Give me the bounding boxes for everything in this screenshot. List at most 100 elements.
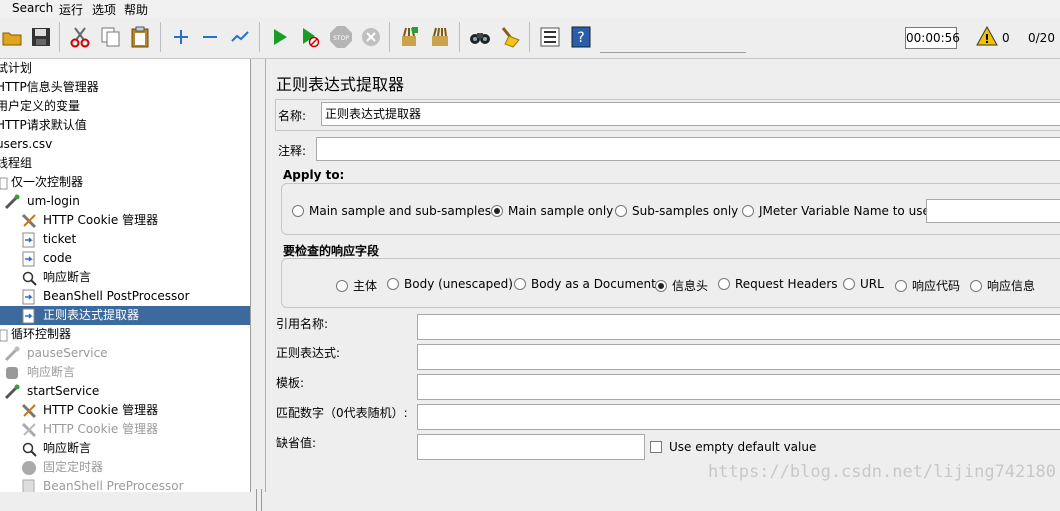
comment-field[interactable]	[316, 137, 1060, 161]
document-arrow-icon	[21, 232, 37, 248]
wrench-icon	[21, 213, 37, 229]
svg-text:?: ?	[577, 30, 584, 46]
ref-name-field[interactable]	[417, 314, 1060, 340]
default-value-field[interactable]	[417, 434, 645, 460]
tree-item[interactable]: BeanShell PostProcessor	[0, 287, 250, 306]
radio-response-message[interactable]: 响应信息	[970, 277, 1035, 294]
splitter-grip[interactable]	[256, 489, 262, 511]
radio-label: 主体	[353, 279, 378, 293]
ref-name-label: 引用名称:	[276, 317, 329, 331]
tree-item[interactable]: startService	[0, 382, 250, 401]
help-icon[interactable]: ?	[569, 24, 593, 50]
radio-main-only[interactable]: Main sample only	[491, 204, 613, 218]
expand-icon[interactable]	[169, 24, 193, 50]
document-arrow-icon	[21, 308, 37, 324]
function-helper-icon[interactable]	[538, 24, 562, 50]
toggle-icon[interactable]	[228, 24, 252, 50]
tree-item-label: 仅一次控制器	[11, 175, 84, 189]
stop-icon[interactable]: STOP	[329, 24, 353, 50]
menu-options[interactable]: 选项	[92, 1, 116, 18]
radio-dot-selected	[491, 205, 503, 217]
search-icon[interactable]	[468, 24, 492, 50]
shutdown-icon[interactable]	[359, 24, 383, 50]
tree-item[interactable]: 循环控制器	[0, 325, 250, 344]
radio-dot	[718, 278, 730, 290]
tree-item[interactable]: HTTP请求默认值	[0, 116, 250, 135]
tree-item[interactable]: HTTP信息头管理器	[0, 78, 250, 97]
tree-item-disabled[interactable]: 响应断言	[0, 363, 250, 382]
tree-item-label: HTTP Cookie 管理器	[43, 403, 159, 417]
tree-item[interactable]: 线程组	[0, 154, 250, 173]
tree-item[interactable]: code	[0, 249, 250, 268]
pane-splitter[interactable]	[251, 59, 265, 511]
radio-dot-selected	[655, 279, 667, 292]
cut-icon[interactable]	[68, 24, 92, 50]
toolbar: STOP ?	[0, 18, 1060, 59]
document-arrow-icon	[21, 479, 37, 492]
radio-body[interactable]: 主体	[336, 277, 377, 294]
template-field[interactable]	[417, 374, 1060, 400]
tree-item-disabled[interactable]: pauseService	[0, 344, 250, 363]
tree-item[interactable]: um-login	[0, 192, 250, 211]
tree-item[interactable]: 响应断言	[0, 439, 250, 458]
radio-dot	[336, 279, 348, 292]
tree-item[interactable]: 响应断言	[0, 268, 250, 287]
radio-body-as-document[interactable]: Body as a Document	[514, 277, 656, 291]
panel-title: 正则表达式提取器	[276, 75, 405, 94]
radio-headers[interactable]: 信息头	[655, 277, 708, 294]
radio-dot	[514, 278, 526, 290]
tree-item[interactable]: HTTP Cookie 管理器	[0, 401, 250, 420]
radio-response-code[interactable]: 响应代码	[895, 277, 960, 294]
match-no-field[interactable]	[417, 404, 1060, 430]
clear-all-icon[interactable]	[428, 24, 452, 50]
collapse-icon[interactable]	[198, 24, 222, 50]
tree-item-disabled[interactable]: BeanShell PreProcessor	[0, 477, 250, 492]
paste-icon[interactable]	[129, 24, 153, 50]
menu-help[interactable]: 帮助	[124, 1, 148, 18]
tree-item-label: BeanShell PreProcessor	[43, 479, 184, 492]
tree-item-label: HTTP Cookie 管理器	[43, 422, 159, 436]
menu-bar: ​ Search 运行 选项 帮助	[0, 0, 1060, 18]
save-icon[interactable]	[29, 24, 53, 50]
wrench-icon	[21, 403, 37, 419]
radio-sub-only[interactable]: Sub-samples only	[615, 204, 738, 218]
tree-item-disabled[interactable]: HTTP Cookie 管理器	[0, 420, 250, 439]
match-no-label: 匹配数字（0代表随机）:	[276, 406, 408, 420]
tree-item-label: HTTP请求默认值	[0, 118, 87, 132]
active-threads: 0/20	[1028, 31, 1055, 45]
tree-item[interactable]: ticket	[0, 230, 250, 249]
wrench-icon	[21, 422, 37, 438]
radio-dot	[895, 279, 907, 292]
test-plan-tree[interactable]: 试计划 HTTP信息头管理器 用户定义的变量 HTTP请求默认值 users.c…	[0, 59, 251, 492]
name-field[interactable]: 正则表达式提取器	[321, 102, 1060, 126]
reset-search-icon[interactable]	[498, 24, 522, 50]
document-arrow-icon	[21, 289, 37, 305]
use-empty-default-checkbox[interactable]: Use empty default value	[650, 440, 816, 454]
radio-main-and-sub[interactable]: Main sample and sub-samples	[292, 204, 491, 218]
tree-item-disabled[interactable]: 固定定时器	[0, 458, 250, 477]
warning-icon[interactable]: !	[976, 25, 998, 49]
tree-item[interactable]: HTTP Cookie 管理器	[0, 211, 250, 230]
menu-run[interactable]: 运行	[59, 1, 83, 18]
tree-item[interactable]: 试计划	[0, 59, 250, 78]
open-icon[interactable]	[0, 24, 24, 50]
start-icon[interactable]	[268, 24, 292, 50]
radio-jmeter-variable[interactable]: JMeter Variable Name to use	[742, 204, 930, 218]
radio-body-unescaped[interactable]: Body (unescaped)	[387, 277, 513, 291]
tree-item[interactable]: users.csv	[0, 135, 250, 154]
regex-field[interactable]	[417, 344, 1060, 370]
start-no-pause-icon[interactable]	[298, 24, 322, 50]
tree-item[interactable]: 仅一次控制器	[0, 173, 250, 192]
tree-item[interactable]: 用户定义的变量	[0, 97, 250, 116]
menu-search[interactable]: Search	[12, 1, 53, 15]
default-value-label: 缺省值:	[276, 436, 317, 450]
tree-item-label: 响应断言	[27, 365, 76, 379]
radio-url[interactable]: URL	[843, 277, 884, 291]
radio-request-headers[interactable]: Request Headers	[718, 277, 838, 291]
tree-item-selected[interactable]: 正则表达式提取器	[0, 306, 250, 325]
copy-icon[interactable]	[99, 24, 123, 50]
clear-icon[interactable]	[397, 24, 421, 50]
tree-item-label: BeanShell PostProcessor	[43, 289, 190, 303]
tree-item-label: 响应断言	[43, 270, 92, 284]
jmeter-variable-field[interactable]	[926, 199, 1060, 223]
